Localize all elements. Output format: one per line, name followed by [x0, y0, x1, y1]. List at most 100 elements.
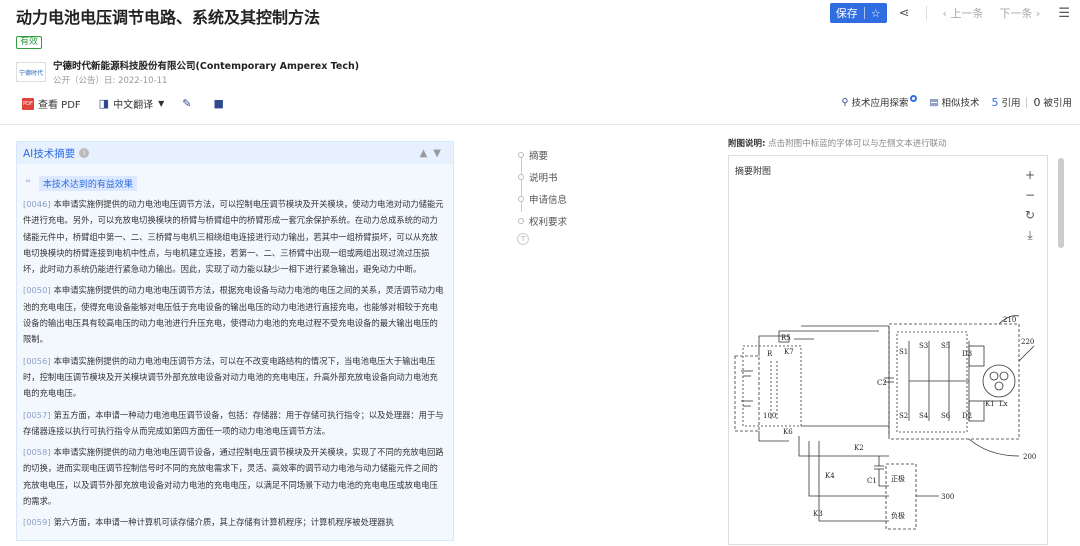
label-k3: K3: [813, 510, 823, 518]
pdf-icon: PDF: [22, 97, 34, 110]
paragraph-number[interactable]: [0057]: [23, 410, 51, 420]
label-r: R: [767, 350, 773, 358]
section-nav: 摘要说明书申请信息权利要求: [518, 144, 567, 232]
paragraph-text: 本申请实施例提供的动力电池电压调节设备，通过控制电压调节模块及开关模块，实现了不…: [23, 447, 444, 507]
ai-summary-title: AI技术摘要: [23, 147, 76, 160]
label-s3: S3: [919, 342, 928, 350]
circuit-diagram: R5 R K7 K6 K2 K4 K3 K1 C2 C1 S1 S2 S3 S4…: [734, 315, 1036, 530]
label-k1: K1: [985, 400, 995, 408]
label-negative: 负极: [891, 511, 905, 520]
citation-label: 引用: [1001, 98, 1021, 109]
summary-paragraph: [0058] 本申请实施例提供的动力电池电压调节设备，通过控制电压调节模块及开关模…: [23, 444, 445, 509]
summary-paragraph: [0046] 本申请实施例提供的动力电池电压调节方法，可以控制电压调节模块及开关模…: [23, 196, 445, 277]
next-button[interactable]: 下一条 ›: [999, 5, 1040, 21]
label-200: 200: [1023, 453, 1036, 461]
paragraph-number[interactable]: [0059]: [23, 517, 51, 527]
right-toolbar: ⚲ 技术应用探索 ▤ 相似技术 5 引用 0 被引用: [829, 94, 1072, 110]
share-icon[interactable]: ⋖: [899, 6, 910, 21]
label-d2: D2: [962, 412, 972, 420]
similar-tech-button[interactable]: ▤ 相似技术: [929, 95, 980, 110]
figure-viewer[interactable]: 摘要附图 + − ↻ ⤓ R5 R K7 K6 K2 K4 K3 K1 C2 C…: [728, 155, 1048, 545]
thumbs-up-icon[interactable]: ▲: [420, 148, 434, 159]
prev-button[interactable]: ‹ 上一条: [943, 5, 984, 21]
star-icon[interactable]: ☆: [871, 7, 881, 20]
label-c2: C2: [877, 379, 887, 387]
quote-icon: ❝: [25, 178, 31, 189]
citation-link[interactable]: 5 引用: [991, 95, 1021, 110]
thumbs-down-icon[interactable]: ▼: [433, 148, 447, 159]
section-nav-item[interactable]: 权利要求: [518, 210, 567, 232]
save-button[interactable]: 保存 ☆: [829, 3, 887, 23]
comment-icon: ■: [213, 97, 224, 110]
cited-by-link[interactable]: 0 被引用: [1033, 95, 1072, 110]
view-pdf-button[interactable]: PDF 查看 PDF: [22, 96, 81, 111]
citation-count: 5: [991, 95, 999, 109]
back-to-top-icon[interactable]: ⊤: [517, 233, 529, 245]
cited-by-label: 被引用: [1043, 98, 1072, 109]
save-label: 保存: [835, 7, 858, 20]
figure-note-text: 点击附图中标蓝的字体可以与左侧文本进行联动: [768, 139, 947, 149]
paragraph-text: 本申请实施例提供的动力电池电压调节方法，可以控制电压调节模块及开关模块，使动力电…: [23, 199, 444, 275]
list-menu-icon[interactable]: ☰: [1058, 6, 1070, 21]
paragraph-number[interactable]: [0050]: [23, 285, 51, 295]
comment-button[interactable]: ■: [213, 97, 227, 110]
ai-summary-panel: AI技术摘要 i ▲▼ ❝ 本技术达到的有益效果 [0046] 本申请实施例提供的…: [16, 141, 454, 541]
paragraph-number[interactable]: [0046]: [23, 199, 51, 209]
paragraph-number[interactable]: [0058]: [23, 447, 51, 457]
label-k7: K7: [784, 348, 794, 356]
company-name[interactable]: 宁德时代新能源科技股份有限公司(Contemporary Amperex Tec…: [53, 58, 359, 72]
section-nav-label: 摘要: [529, 151, 549, 162]
label-c1: C1: [867, 477, 877, 485]
prev-label: 上一条: [950, 7, 984, 20]
label-s4: S4: [919, 412, 929, 420]
section-nav-label: 权利要求: [529, 217, 568, 228]
summary-paragraph: [0059] 第六方面，本申请一种计算机可读存储介质，其上存储有计算机程序；计算机…: [23, 514, 445, 530]
nav-dot-icon: [518, 218, 524, 224]
section-nav-item[interactable]: 说明书: [518, 166, 567, 188]
view-pdf-label: 查看 PDF: [38, 100, 81, 111]
summary-paragraphs: [0046] 本申请实施例提供的动力电池电压调节方法，可以控制电压调节模块及开关模…: [17, 196, 453, 531]
header-area: 动力电池电压调节电路、系统及其控制方法 保存 ☆ ⋖ ‹ 上一条 下一条 › ☰…: [0, 0, 1080, 125]
paragraph-text: 本申请实施例提供的动力电池电压调节方法，根据充电设备与动力电池的电压之间的关系，…: [23, 285, 444, 345]
similar-tech-label: 相似技术: [941, 98, 980, 109]
figure-note-label: 附图说明:: [728, 139, 766, 149]
tech-explore-label: 技术应用探索: [851, 98, 909, 109]
section-nav-list: 摘要说明书申请信息权利要求: [518, 144, 567, 232]
figure-scrollbar[interactable]: [1058, 158, 1064, 248]
label-220: 220: [1021, 338, 1034, 346]
label-d3: D3: [962, 350, 972, 358]
info-icon[interactable]: i: [79, 148, 90, 158]
feedback-buttons: ▲▼: [420, 148, 447, 159]
section-nav-item[interactable]: 摘要: [518, 144, 567, 166]
highlighter-icon: ✎: [182, 97, 192, 110]
label-s1: S1: [899, 348, 908, 356]
tech-explore-button[interactable]: ⚲ 技术应用探索: [841, 94, 918, 109]
nav-dot-icon: [518, 152, 524, 158]
paragraph-number[interactable]: [0056]: [23, 356, 51, 366]
section-nav-item[interactable]: 申请信息: [518, 188, 567, 210]
translate-icon: ◨: [98, 97, 110, 110]
patent-title: 动力电池电压调节电路、系统及其控制方法: [16, 8, 321, 27]
section-nav-label: 申请信息: [529, 195, 568, 206]
translate-label: 中文翻译: [113, 100, 154, 111]
summary-paragraph: [0056] 本申请实施例提供的动力电池电压调节方法，可以在不改变电路结构的情况下…: [23, 353, 445, 402]
highlight-button[interactable]: ✎: [182, 97, 195, 110]
new-indicator-dot: [910, 94, 918, 102]
figure-note: 附图说明: 点击附图中标蓝的字体可以与左侧文本进行联动: [728, 137, 947, 149]
save-divider: [863, 7, 865, 19]
battery-pack: [734, 355, 760, 432]
label-positive: 正极: [891, 474, 905, 483]
translate-dropdown[interactable]: ◨ 中文翻译 ▼: [99, 96, 165, 111]
label-s6: S6: [941, 412, 951, 420]
nav-dot-icon: [518, 174, 524, 180]
nav-dot-icon: [518, 196, 524, 202]
publication-date: 公开（公告）日: 2022-10-11: [53, 76, 168, 86]
label-k6: K6: [783, 428, 793, 436]
label-s5: S5: [941, 342, 950, 350]
summary-paragraph: [0050] 本申请实施例提供的动力电池电压调节方法，根据充电设备与动力电池的电压…: [23, 282, 445, 347]
motor: [982, 364, 1016, 398]
status-badge: 有效: [16, 36, 43, 49]
label-r5: R5: [781, 334, 791, 342]
label-s2: S2: [899, 412, 908, 420]
label-k4: K4: [825, 472, 835, 480]
